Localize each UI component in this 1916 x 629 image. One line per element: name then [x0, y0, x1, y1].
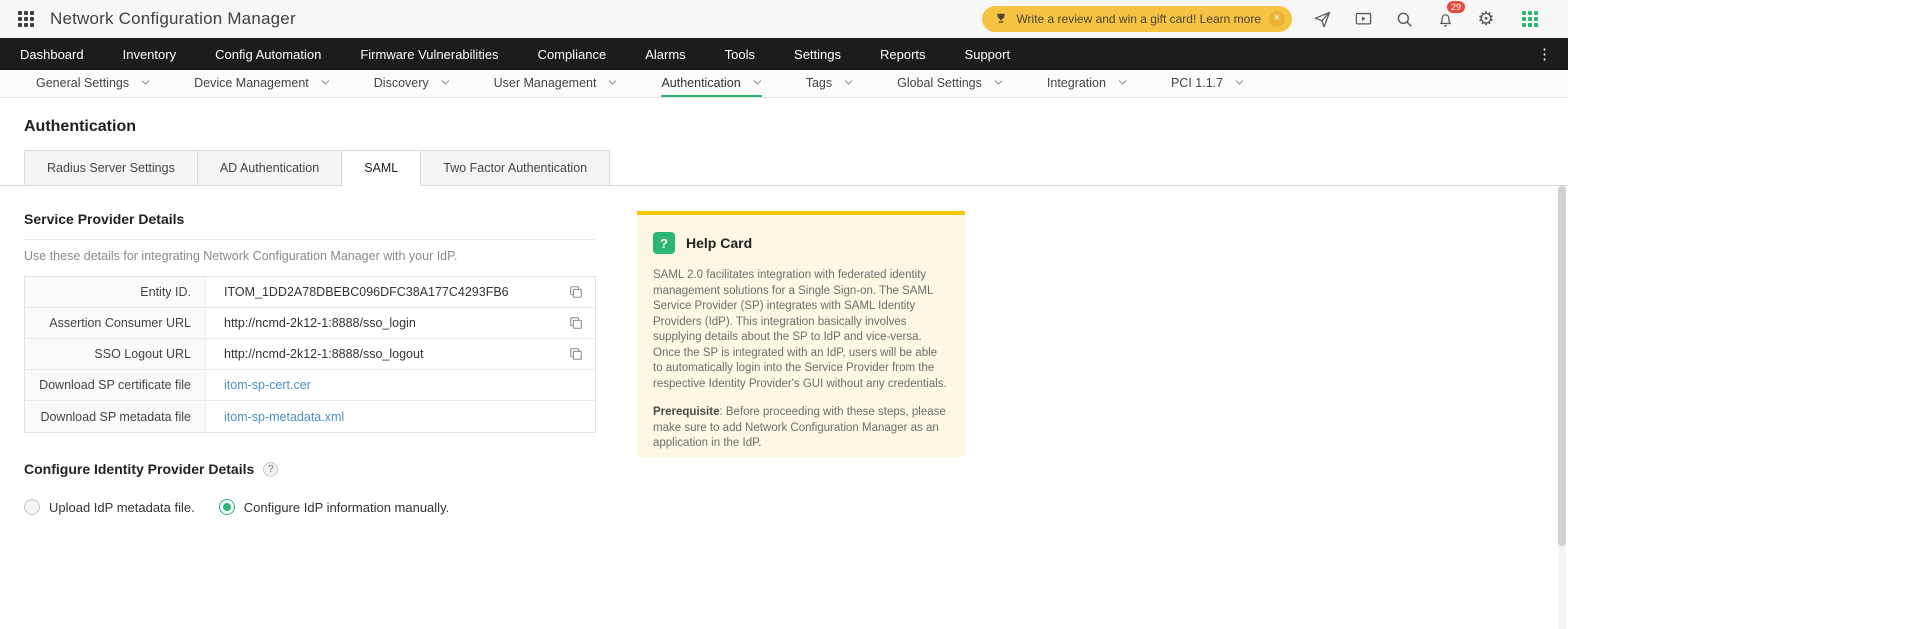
subnav-item-user-management[interactable]: User Management [494, 70, 618, 97]
copy-icon[interactable] [569, 277, 583, 307]
chevron-down-icon [1118, 80, 1127, 85]
subnav-item-general-settings[interactable]: General Settings [36, 70, 150, 97]
table-row: Download SP certificate file itom-sp-cer… [25, 370, 595, 401]
chevron-down-icon [1235, 80, 1244, 85]
nav-item-inventory[interactable]: Inventory [123, 47, 176, 62]
help-card-body: SAML 2.0 facilitates integration with fe… [653, 269, 947, 390]
nav-item-compliance[interactable]: Compliance [538, 47, 607, 62]
subnav-item-device-management[interactable]: Device Management [194, 70, 330, 97]
service-provider-section: Service Provider Details Use these detai… [24, 211, 596, 515]
help-card-question-icon: ? [653, 232, 675, 254]
apps-launcher-icon[interactable] [1522, 11, 1538, 27]
chevron-down-icon [844, 80, 853, 85]
tab-ad-authentication[interactable]: AD Authentication [197, 150, 343, 186]
copy-icon[interactable] [569, 339, 583, 369]
help-question-icon[interactable]: ? [263, 461, 279, 477]
radio-button-icon[interactable] [24, 499, 40, 515]
idp-options: Upload IdP metadata file. Configure IdP … [24, 499, 596, 515]
table-row: Entity ID. ITOM_1DD2A78DBEBC096DFC38A177… [25, 277, 595, 308]
copy-icon[interactable] [569, 308, 583, 338]
subnav-item-discovery[interactable]: Discovery [374, 70, 450, 97]
tab-radius-server-settings[interactable]: Radius Server Settings [24, 150, 198, 186]
row-label: Entity ID. [25, 277, 206, 307]
video-tour-icon[interactable] [1352, 8, 1374, 30]
sso-logout-url-value: http://ncmd-2k12-1:8888/sso_logout [224, 347, 424, 361]
promo-banner[interactable]: Write a review and win a gift card! Lear… [982, 6, 1292, 32]
tab-two-factor-authentication[interactable]: Two Factor Authentication [421, 150, 611, 186]
configure-idp-section: Configure Identity Provider Details ? Up… [24, 461, 596, 515]
app-grid-icon[interactable] [18, 11, 34, 27]
nav-item-tools[interactable]: Tools [725, 47, 755, 62]
settings-gear-icon[interactable]: ⚙ [1475, 8, 1497, 30]
table-row: SSO Logout URL http://ncmd-2k12-1:8888/s… [25, 339, 595, 370]
subnav-item-authentication[interactable]: Authentication [661, 70, 762, 97]
sp-details-table: Entity ID. ITOM_1DD2A78DBEBC096DFC38A177… [24, 276, 596, 433]
chevron-down-icon [994, 80, 1003, 85]
promo-text: Write a review and win a gift card! Lear… [1016, 12, 1261, 26]
nav-item-settings[interactable]: Settings [794, 47, 841, 62]
help-card-title: Help Card [686, 235, 753, 251]
scrollbar-thumb[interactable] [1558, 186, 1566, 546]
acs-url-value: http://ncmd-2k12-1:8888/sso_login [224, 316, 416, 330]
row-label: Download SP metadata file [25, 401, 206, 432]
main-nav: Dashboard Inventory Config Automation Fi… [0, 38, 1568, 70]
notifications-bell-icon[interactable]: 29 [1434, 1, 1465, 30]
more-options-icon[interactable]: ⋮ [1537, 45, 1552, 63]
nav-item-dashboard[interactable]: Dashboard [20, 47, 84, 62]
help-card: ? Help Card SAML 2.0 facilitates integra… [637, 211, 965, 457]
radio-button-icon-selected[interactable] [218, 499, 235, 515]
subnav-item-integration[interactable]: Integration [1047, 70, 1127, 97]
promo-close-icon[interactable]: × [1269, 11, 1285, 27]
radio-upload-idp-metadata[interactable]: Upload IdP metadata file. [24, 499, 195, 515]
page-title: Authentication [24, 118, 136, 135]
row-label: Download SP certificate file [25, 370, 206, 400]
app-title: Network Configuration Manager [50, 9, 296, 28]
help-card-prerequisite: Prerequisite: Before proceeding with the… [653, 406, 946, 449]
send-feedback-icon[interactable] [1311, 8, 1333, 30]
subnav-item-tags[interactable]: Tags [806, 70, 853, 97]
chevron-down-icon [321, 80, 330, 85]
chevron-down-icon [609, 80, 617, 85]
nav-item-config-automation[interactable]: Config Automation [215, 47, 321, 62]
sp-metadata-download-link[interactable]: itom-sp-metadata.xml [224, 410, 344, 424]
top-header: Network Configuration Manager Write a re… [0, 0, 1568, 38]
entity-id-value: ITOM_1DD2A78DBEBC096DFC38A177C4293FB6 [224, 285, 509, 299]
row-label: Assertion Consumer URL [25, 308, 206, 338]
subnav-item-pci[interactable]: PCI 1.1.7 [1171, 70, 1244, 97]
row-label: SSO Logout URL [25, 339, 206, 369]
table-row: Download SP metadata file itom-sp-metada… [25, 401, 595, 432]
section-title: Service Provider Details [24, 211, 596, 240]
settings-sub-nav: General Settings Device Management Disco… [0, 70, 1568, 98]
nav-item-firmware-vulnerabilities[interactable]: Firmware Vulnerabilities [360, 47, 498, 62]
table-row: Assertion Consumer URL http://ncmd-2k12-… [25, 308, 595, 339]
nav-item-support[interactable]: Support [965, 47, 1011, 62]
section-description: Use these details for integrating Networ… [24, 249, 458, 263]
radio-configure-idp-manually[interactable]: Configure IdP information manually. [218, 499, 449, 515]
trophy-icon [994, 12, 1008, 26]
nav-item-alarms[interactable]: Alarms [645, 47, 685, 62]
configure-idp-title: Configure Identity Provider Details [24, 461, 255, 477]
search-icon[interactable] [1393, 8, 1415, 30]
app-window: Network Configuration Manager Write a re… [0, 0, 1568, 629]
subnav-item-global-settings[interactable]: Global Settings [897, 70, 1003, 97]
vertical-scrollbar [1558, 186, 1566, 629]
saml-tab-content: Service Provider Details Use these detai… [0, 186, 1568, 515]
chevron-down-icon [141, 80, 150, 85]
notification-count-badge: 29 [1446, 1, 1465, 13]
tab-saml[interactable]: SAML [342, 150, 422, 186]
chevron-down-icon [753, 80, 762, 85]
auth-tabs: Radius Server Settings AD Authentication… [0, 150, 1568, 186]
header-actions: Write a review and win a gift card! Lear… [982, 1, 1554, 32]
nav-item-reports[interactable]: Reports [880, 47, 926, 62]
chevron-down-icon [441, 80, 450, 85]
sp-certificate-download-link[interactable]: itom-sp-cert.cer [224, 378, 311, 392]
